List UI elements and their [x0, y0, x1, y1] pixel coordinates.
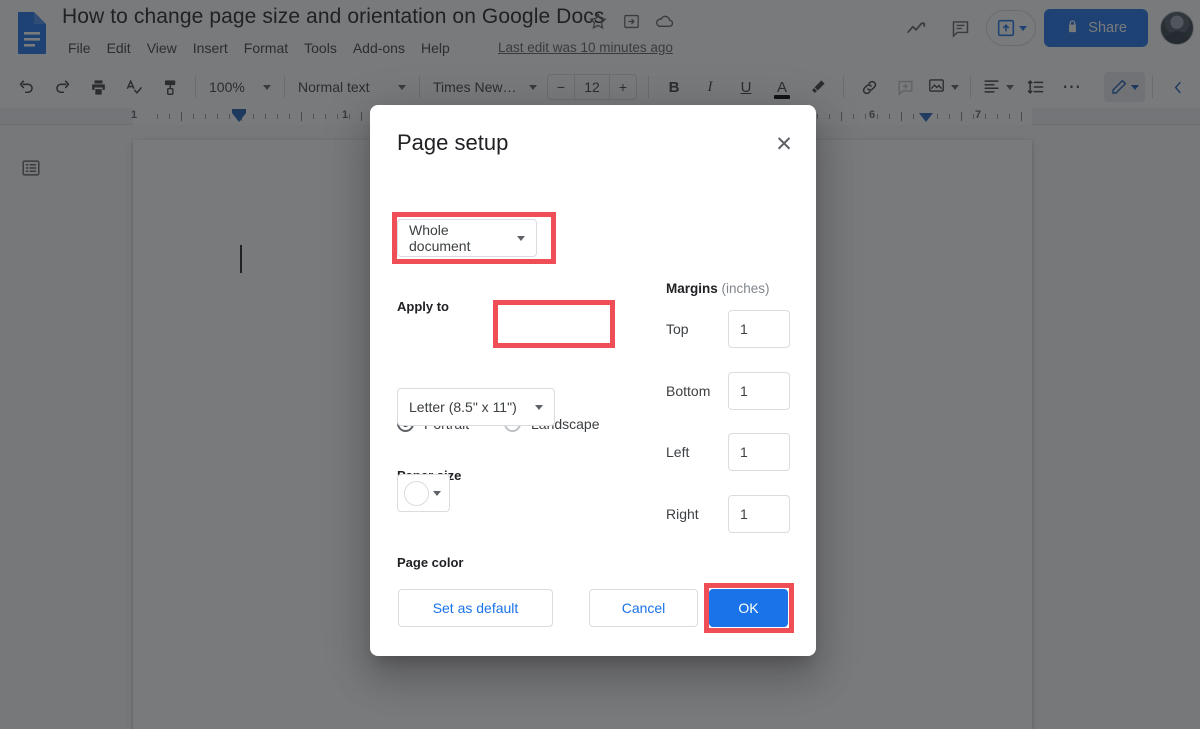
margin-top-input[interactable]: 1: [728, 310, 790, 348]
margin-bottom-label: Bottom: [666, 383, 711, 399]
margin-top-label: Top: [666, 321, 689, 337]
dialog-title: Page setup: [397, 130, 509, 155]
margin-field-bottom: Bottom 1: [666, 372, 790, 410]
margins-label: Margins: [666, 281, 718, 296]
page-color-picker[interactable]: [397, 474, 450, 512]
set-as-default-button[interactable]: Set as default: [398, 589, 553, 627]
margin-field-top: Top 1: [666, 310, 790, 348]
apply-to-label: Apply to: [397, 299, 449, 314]
margin-right-label: Right: [666, 506, 699, 522]
margin-left-label: Left: [666, 444, 690, 460]
apply-to-dropdown[interactable]: Whole document: [397, 219, 537, 257]
close-icon[interactable]: ✕: [770, 130, 798, 158]
cancel-button[interactable]: Cancel: [589, 589, 698, 627]
apply-to-value: Whole document: [409, 222, 471, 254]
page-color-swatch: [404, 480, 429, 506]
page-color-label: Page color: [397, 555, 464, 570]
ok-button[interactable]: OK: [709, 589, 788, 627]
chevron-down-icon: [517, 235, 525, 241]
paper-size-value: Letter (8.5" x 11"): [409, 399, 517, 415]
margins-heading: Margins (inches): [666, 281, 770, 296]
margin-field-right: Right 1: [666, 495, 790, 533]
margins-unit: (inches): [721, 281, 770, 296]
page-setup-dialog: Page setup ✕ Apply to Whole document Ori…: [370, 105, 816, 656]
margin-left-input[interactable]: 1: [728, 433, 790, 471]
margin-bottom-input[interactable]: 1: [728, 372, 790, 410]
google-docs-window: How to change page size and orientation …: [0, 0, 1200, 729]
margin-right-input[interactable]: 1: [728, 495, 790, 533]
margin-field-left: Left 1: [666, 433, 790, 471]
chevron-down-icon: [433, 490, 441, 496]
chevron-down-icon: [535, 404, 543, 410]
paper-size-dropdown[interactable]: Letter (8.5" x 11"): [397, 388, 555, 426]
